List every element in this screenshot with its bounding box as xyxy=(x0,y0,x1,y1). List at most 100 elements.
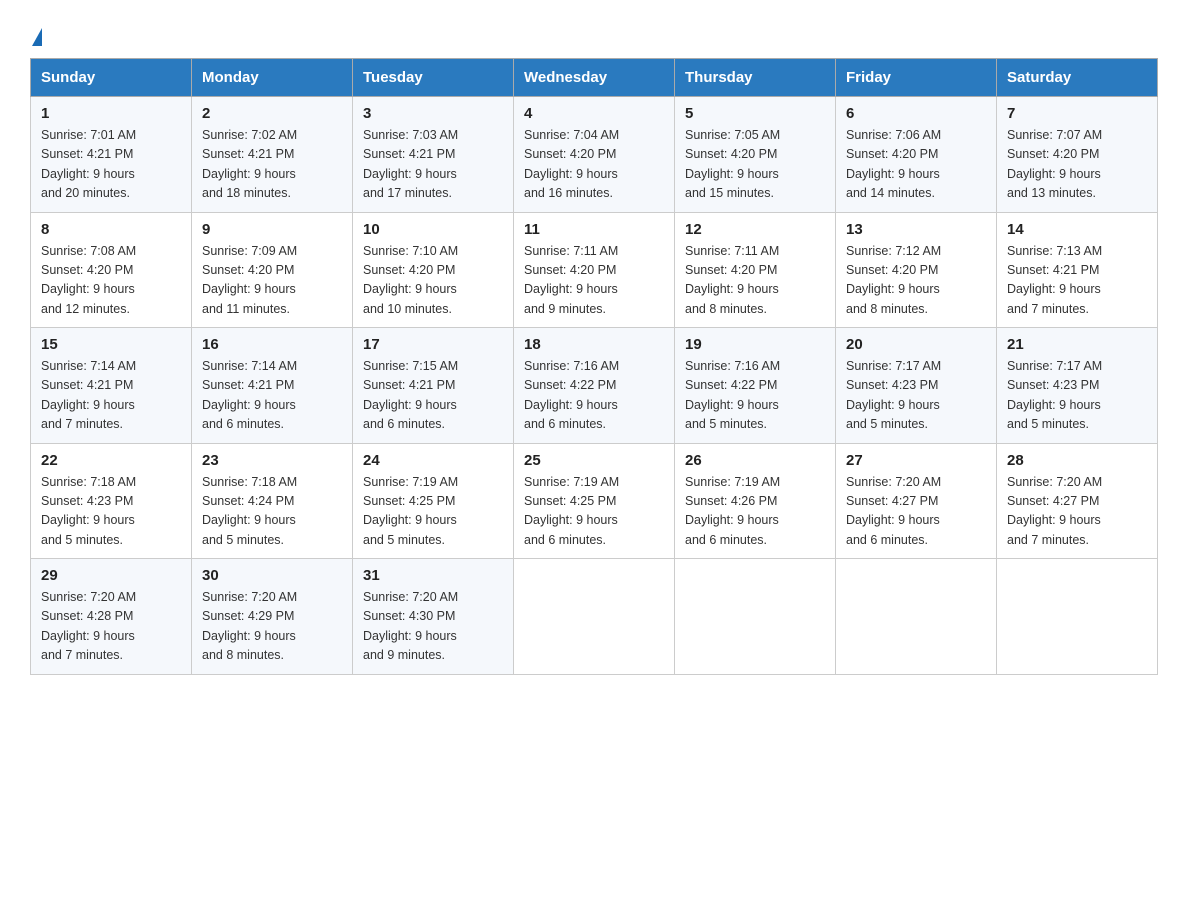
day-info: Sunrise: 7:20 AM Sunset: 4:30 PM Dayligh… xyxy=(363,588,503,666)
day-header-sunday: Sunday xyxy=(31,59,192,97)
calendar-cell: 9 Sunrise: 7:09 AM Sunset: 4:20 PM Dayli… xyxy=(192,212,353,328)
day-info: Sunrise: 7:17 AM Sunset: 4:23 PM Dayligh… xyxy=(1007,357,1147,435)
day-header-wednesday: Wednesday xyxy=(514,59,675,97)
calendar-cell: 11 Sunrise: 7:11 AM Sunset: 4:20 PM Dayl… xyxy=(514,212,675,328)
day-number: 4 xyxy=(524,105,664,122)
day-info: Sunrise: 7:05 AM Sunset: 4:20 PM Dayligh… xyxy=(685,126,825,204)
day-number: 30 xyxy=(202,567,342,584)
day-info: Sunrise: 7:20 AM Sunset: 4:27 PM Dayligh… xyxy=(846,473,986,551)
day-number: 3 xyxy=(363,105,503,122)
day-info: Sunrise: 7:20 AM Sunset: 4:29 PM Dayligh… xyxy=(202,588,342,666)
day-header-monday: Monday xyxy=(192,59,353,97)
day-number: 31 xyxy=(363,567,503,584)
calendar-week-row: 15 Sunrise: 7:14 AM Sunset: 4:21 PM Dayl… xyxy=(31,328,1158,444)
day-info: Sunrise: 7:08 AM Sunset: 4:20 PM Dayligh… xyxy=(41,242,181,320)
calendar-cell: 20 Sunrise: 7:17 AM Sunset: 4:23 PM Dayl… xyxy=(836,328,997,444)
calendar-cell xyxy=(514,559,675,675)
calendar-cell: 3 Sunrise: 7:03 AM Sunset: 4:21 PM Dayli… xyxy=(353,97,514,213)
calendar-header-row: SundayMondayTuesdayWednesdayThursdayFrid… xyxy=(31,59,1158,97)
calendar-week-row: 29 Sunrise: 7:20 AM Sunset: 4:28 PM Dayl… xyxy=(31,559,1158,675)
calendar-cell: 6 Sunrise: 7:06 AM Sunset: 4:20 PM Dayli… xyxy=(836,97,997,213)
day-info: Sunrise: 7:12 AM Sunset: 4:20 PM Dayligh… xyxy=(846,242,986,320)
day-number: 10 xyxy=(363,221,503,238)
day-number: 28 xyxy=(1007,452,1147,469)
day-header-thursday: Thursday xyxy=(675,59,836,97)
day-number: 22 xyxy=(41,452,181,469)
calendar-cell xyxy=(836,559,997,675)
day-info: Sunrise: 7:17 AM Sunset: 4:23 PM Dayligh… xyxy=(846,357,986,435)
calendar-cell xyxy=(675,559,836,675)
calendar-week-row: 22 Sunrise: 7:18 AM Sunset: 4:23 PM Dayl… xyxy=(31,443,1158,559)
day-info: Sunrise: 7:19 AM Sunset: 4:26 PM Dayligh… xyxy=(685,473,825,551)
calendar-cell: 10 Sunrise: 7:10 AM Sunset: 4:20 PM Dayl… xyxy=(353,212,514,328)
day-number: 5 xyxy=(685,105,825,122)
day-info: Sunrise: 7:03 AM Sunset: 4:21 PM Dayligh… xyxy=(363,126,503,204)
day-header-saturday: Saturday xyxy=(997,59,1158,97)
calendar-table: SundayMondayTuesdayWednesdayThursdayFrid… xyxy=(30,58,1158,675)
day-info: Sunrise: 7:13 AM Sunset: 4:21 PM Dayligh… xyxy=(1007,242,1147,320)
calendar-cell: 28 Sunrise: 7:20 AM Sunset: 4:27 PM Dayl… xyxy=(997,443,1158,559)
calendar-cell: 5 Sunrise: 7:05 AM Sunset: 4:20 PM Dayli… xyxy=(675,97,836,213)
day-info: Sunrise: 7:19 AM Sunset: 4:25 PM Dayligh… xyxy=(524,473,664,551)
logo-triangle-icon xyxy=(32,28,42,46)
page-header xyxy=(30,20,1158,42)
calendar-cell: 31 Sunrise: 7:20 AM Sunset: 4:30 PM Dayl… xyxy=(353,559,514,675)
day-number: 17 xyxy=(363,336,503,353)
calendar-cell: 7 Sunrise: 7:07 AM Sunset: 4:20 PM Dayli… xyxy=(997,97,1158,213)
day-number: 12 xyxy=(685,221,825,238)
day-info: Sunrise: 7:09 AM Sunset: 4:20 PM Dayligh… xyxy=(202,242,342,320)
day-number: 13 xyxy=(846,221,986,238)
calendar-cell: 1 Sunrise: 7:01 AM Sunset: 4:21 PM Dayli… xyxy=(31,97,192,213)
day-number: 26 xyxy=(685,452,825,469)
day-number: 29 xyxy=(41,567,181,584)
day-info: Sunrise: 7:20 AM Sunset: 4:28 PM Dayligh… xyxy=(41,588,181,666)
calendar-cell: 19 Sunrise: 7:16 AM Sunset: 4:22 PM Dayl… xyxy=(675,328,836,444)
day-number: 8 xyxy=(41,221,181,238)
calendar-cell: 4 Sunrise: 7:04 AM Sunset: 4:20 PM Dayli… xyxy=(514,97,675,213)
calendar-cell: 23 Sunrise: 7:18 AM Sunset: 4:24 PM Dayl… xyxy=(192,443,353,559)
day-number: 18 xyxy=(524,336,664,353)
day-info: Sunrise: 7:04 AM Sunset: 4:20 PM Dayligh… xyxy=(524,126,664,204)
calendar-cell xyxy=(997,559,1158,675)
calendar-cell: 8 Sunrise: 7:08 AM Sunset: 4:20 PM Dayli… xyxy=(31,212,192,328)
calendar-cell: 22 Sunrise: 7:18 AM Sunset: 4:23 PM Dayl… xyxy=(31,443,192,559)
day-number: 9 xyxy=(202,221,342,238)
day-number: 27 xyxy=(846,452,986,469)
day-info: Sunrise: 7:10 AM Sunset: 4:20 PM Dayligh… xyxy=(363,242,503,320)
day-number: 1 xyxy=(41,105,181,122)
calendar-cell: 13 Sunrise: 7:12 AM Sunset: 4:20 PM Dayl… xyxy=(836,212,997,328)
day-number: 14 xyxy=(1007,221,1147,238)
day-number: 21 xyxy=(1007,336,1147,353)
day-number: 2 xyxy=(202,105,342,122)
day-number: 11 xyxy=(524,221,664,238)
calendar-cell: 26 Sunrise: 7:19 AM Sunset: 4:26 PM Dayl… xyxy=(675,443,836,559)
day-info: Sunrise: 7:16 AM Sunset: 4:22 PM Dayligh… xyxy=(524,357,664,435)
calendar-cell: 29 Sunrise: 7:20 AM Sunset: 4:28 PM Dayl… xyxy=(31,559,192,675)
day-info: Sunrise: 7:20 AM Sunset: 4:27 PM Dayligh… xyxy=(1007,473,1147,551)
day-info: Sunrise: 7:01 AM Sunset: 4:21 PM Dayligh… xyxy=(41,126,181,204)
calendar-cell: 24 Sunrise: 7:19 AM Sunset: 4:25 PM Dayl… xyxy=(353,443,514,559)
day-number: 25 xyxy=(524,452,664,469)
calendar-cell: 2 Sunrise: 7:02 AM Sunset: 4:21 PM Dayli… xyxy=(192,97,353,213)
day-info: Sunrise: 7:02 AM Sunset: 4:21 PM Dayligh… xyxy=(202,126,342,204)
logo xyxy=(30,28,44,42)
calendar-cell: 25 Sunrise: 7:19 AM Sunset: 4:25 PM Dayl… xyxy=(514,443,675,559)
calendar-week-row: 1 Sunrise: 7:01 AM Sunset: 4:21 PM Dayli… xyxy=(31,97,1158,213)
day-info: Sunrise: 7:11 AM Sunset: 4:20 PM Dayligh… xyxy=(685,242,825,320)
day-number: 19 xyxy=(685,336,825,353)
day-info: Sunrise: 7:06 AM Sunset: 4:20 PM Dayligh… xyxy=(846,126,986,204)
day-header-friday: Friday xyxy=(836,59,997,97)
day-info: Sunrise: 7:18 AM Sunset: 4:23 PM Dayligh… xyxy=(41,473,181,551)
day-number: 20 xyxy=(846,336,986,353)
day-number: 16 xyxy=(202,336,342,353)
calendar-week-row: 8 Sunrise: 7:08 AM Sunset: 4:20 PM Dayli… xyxy=(31,212,1158,328)
day-info: Sunrise: 7:07 AM Sunset: 4:20 PM Dayligh… xyxy=(1007,126,1147,204)
calendar-cell: 21 Sunrise: 7:17 AM Sunset: 4:23 PM Dayl… xyxy=(997,328,1158,444)
calendar-cell: 15 Sunrise: 7:14 AM Sunset: 4:21 PM Dayl… xyxy=(31,328,192,444)
day-info: Sunrise: 7:15 AM Sunset: 4:21 PM Dayligh… xyxy=(363,357,503,435)
calendar-cell: 12 Sunrise: 7:11 AM Sunset: 4:20 PM Dayl… xyxy=(675,212,836,328)
calendar-cell: 30 Sunrise: 7:20 AM Sunset: 4:29 PM Dayl… xyxy=(192,559,353,675)
day-info: Sunrise: 7:18 AM Sunset: 4:24 PM Dayligh… xyxy=(202,473,342,551)
day-number: 6 xyxy=(846,105,986,122)
calendar-cell: 16 Sunrise: 7:14 AM Sunset: 4:21 PM Dayl… xyxy=(192,328,353,444)
